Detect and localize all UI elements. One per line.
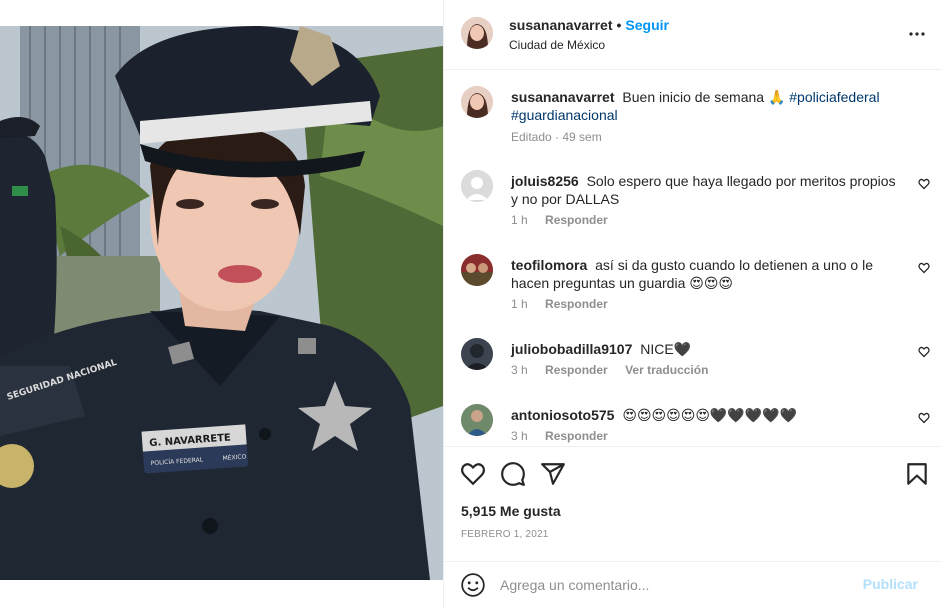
avatar-image <box>461 338 493 370</box>
caption-body: Buen inicio de semana 🙏 <box>622 89 786 105</box>
bookmark-icon[interactable] <box>904 461 930 487</box>
paper-plane-icon[interactable] <box>540 461 566 487</box>
comment-time[interactable]: 1 h <box>511 213 528 227</box>
reply-button[interactable]: Responder <box>545 429 608 443</box>
header-user-line: susananavarret • Seguir <box>509 17 669 33</box>
comment-text: teofilomora así si da gusto cuando lo de… <box>511 256 906 292</box>
publish-button[interactable]: Publicar <box>863 576 918 592</box>
heart-icon[interactable] <box>918 412 930 424</box>
post-header: susananavarret • Seguir Ciudad de México <box>444 0 941 70</box>
comment-meta: 3 h Responder <box>511 429 622 443</box>
comment-body: 😍😍😍😍😍😍🖤🖤🖤🖤🖤 <box>622 407 798 423</box>
heart-icon[interactable] <box>918 178 930 190</box>
comment-meta: 1 h Responder <box>511 297 622 311</box>
add-comment-bar: Publicar <box>444 561 941 609</box>
heart-icon[interactable] <box>918 262 930 274</box>
avatar-image <box>461 17 493 49</box>
comment-username[interactable]: juliobobadilla9107 <box>511 341 632 357</box>
reply-button[interactable]: Responder <box>545 363 608 377</box>
comment-text: antoniosoto575 😍😍😍😍😍😍🖤🖤🖤🖤🖤 <box>511 406 906 424</box>
comment-username[interactable]: antoniosoto575 <box>511 407 614 423</box>
post-photo[interactable]: SEGURIDAD NACIONAL G. NAVARRETE POLICÍA … <box>0 26 443 580</box>
post-media: SEGURIDAD NACIONAL G. NAVARRETE POLICÍA … <box>0 0 443 609</box>
comment-icon[interactable] <box>500 461 526 487</box>
comment-username[interactable]: joluis8256 <box>511 173 579 189</box>
comment-meta: 3 h Responder Ver traducción <box>511 363 722 377</box>
hashtag-link[interactable]: #policiafederal <box>789 89 879 105</box>
commenter-avatar[interactable] <box>461 338 493 370</box>
default-avatar-icon <box>461 170 493 202</box>
heart-icon[interactable] <box>460 461 486 487</box>
heart-icon[interactable] <box>918 346 930 358</box>
comments-list[interactable]: susananavarret Buen inicio de semana 🙏 #… <box>444 70 941 446</box>
hashtag-link[interactable]: #guardianacional <box>511 107 618 123</box>
comment-time[interactable]: 3 h <box>511 363 528 377</box>
see-translation-button[interactable]: Ver traducción <box>625 363 708 377</box>
commenter-avatar[interactable] <box>461 170 493 202</box>
police-officer-illustration: SEGURIDAD NACIONAL G. NAVARRETE POLICÍA … <box>0 26 443 580</box>
caption-username[interactable]: susananavarret <box>511 89 615 105</box>
more-horizontal-icon[interactable] <box>909 26 925 42</box>
emoji-icon[interactable] <box>460 572 486 598</box>
reply-button[interactable]: Responder <box>545 297 608 311</box>
likes-count[interactable]: 5,915 Me gusta <box>461 503 561 519</box>
follow-button[interactable]: Seguir <box>625 17 669 33</box>
caption-meta: Editado · 49 sem <box>511 130 616 144</box>
avatar-image <box>461 254 493 286</box>
author-username[interactable]: susananavarret <box>509 17 613 33</box>
separator-dot: • <box>616 17 622 33</box>
caption-text: susananavarret Buen inicio de semana 🙏 #… <box>511 88 906 124</box>
caption-avatar[interactable] <box>461 86 493 118</box>
edited-timestamp: Editado · 49 sem <box>511 130 602 144</box>
avatar-image <box>461 404 493 436</box>
commenter-avatar[interactable] <box>461 254 493 286</box>
comment-time[interactable]: 3 h <box>511 429 528 443</box>
post-date[interactable]: FEBRERO 1, 2021 <box>461 529 548 540</box>
comment-username[interactable]: teofilomora <box>511 257 587 273</box>
post-actions: 5,915 Me gusta FEBRERO 1, 2021 <box>444 446 941 561</box>
comment-text: joluis8256 Solo espero que haya llegado … <box>511 172 906 208</box>
comment-time[interactable]: 1 h <box>511 297 528 311</box>
avatar-image <box>461 86 493 118</box>
comment-meta: 1 h Responder <box>511 213 622 227</box>
post-details-panel: susananavarret • Seguir Ciudad de México s… <box>443 0 941 609</box>
comment-input[interactable] <box>500 570 840 600</box>
name-tag-country: MÉXICO <box>222 452 247 462</box>
comment-text: juliobobadilla9107 NICE🖤 <box>511 340 906 358</box>
comment-body: NICE🖤 <box>640 341 692 357</box>
author-avatar[interactable] <box>461 17 493 49</box>
commenter-avatar[interactable] <box>461 404 493 436</box>
post-location[interactable]: Ciudad de México <box>509 38 605 52</box>
reply-button[interactable]: Responder <box>545 213 608 227</box>
